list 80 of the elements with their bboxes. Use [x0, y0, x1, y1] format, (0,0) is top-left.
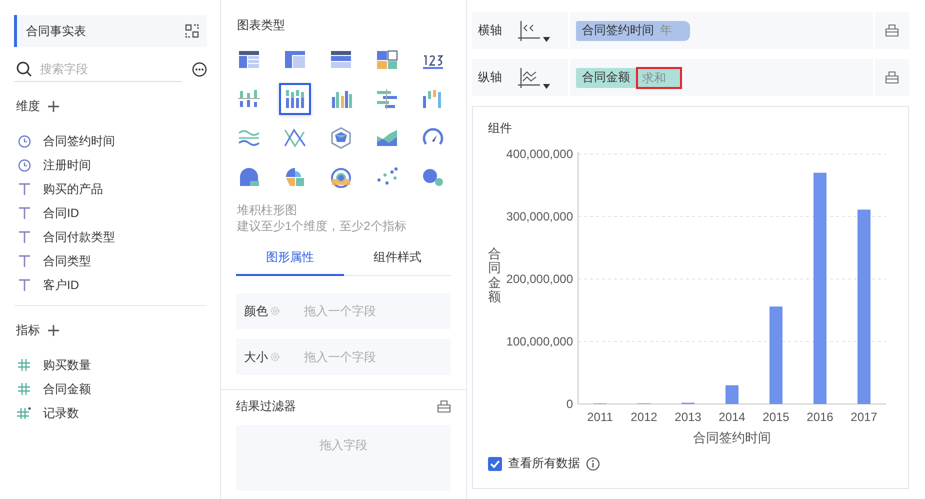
text-type-icon	[18, 207, 30, 219]
x-tick-label: 2013	[674, 410, 702, 424]
field-pill[interactable]: 合同签约时间 年	[576, 20, 690, 40]
field-item[interactable]: 客户ID	[43, 276, 79, 294]
field-item[interactable]: 注册时间	[43, 156, 91, 174]
add-icon[interactable]	[48, 101, 59, 112]
x-tick-label: 2014	[718, 410, 746, 424]
x-axis-title: 合同签约时间	[693, 430, 771, 445]
chart-type-name: 堆积柱形图	[237, 202, 298, 218]
x-tick-label: 2011	[587, 410, 613, 424]
field-item[interactable]: 记录数	[43, 404, 79, 422]
bar	[726, 385, 738, 404]
chart-type-icon	[329, 126, 353, 150]
field-item[interactable]: 购买数量	[43, 356, 91, 374]
chart-type-icon	[283, 126, 307, 150]
hash-icon	[18, 359, 30, 371]
chart-type-icon	[283, 87, 307, 111]
chart-type-icon	[375, 87, 399, 111]
hash-icon	[17, 407, 31, 419]
x-tick-label: 2015	[762, 410, 790, 424]
section-title: 指标	[16, 322, 40, 339]
y-axis-title: 合同金额	[488, 247, 501, 306]
field-item[interactable]: 合同ID	[43, 204, 79, 222]
property-label: 大小	[244, 348, 268, 366]
x-tick-label: 2012	[630, 410, 658, 424]
axis-label: 纵轴	[477, 69, 503, 86]
text-type-icon	[18, 231, 30, 243]
dataset-title: 合同事实表	[26, 22, 86, 40]
drop-placeholder: 拖入一个字段	[304, 302, 376, 320]
checkbox-label: 查看所有数据	[508, 455, 580, 472]
text-type-icon	[18, 255, 30, 267]
chart-type-icon	[237, 165, 261, 189]
y-tick-label: 300,000,000	[506, 210, 573, 224]
y-tick-label: 400,000,000	[506, 147, 573, 161]
x-axis-icon[interactable]	[518, 20, 540, 42]
drop-target-icon[interactable]	[437, 400, 451, 413]
drop-target-icon[interactable]	[885, 24, 899, 37]
y-tick-label: 100,000,000	[506, 334, 573, 348]
x-tick-label: 2017	[850, 410, 878, 424]
x-tick-label: 2016	[806, 410, 834, 424]
section-title: 结果过滤器	[236, 398, 296, 415]
field-item[interactable]: 合同类型	[43, 252, 91, 270]
more-icon[interactable]	[192, 62, 207, 77]
checkbox[interactable]	[488, 456, 502, 470]
chart-type-hint: 建议至少1个维度，至少2个指标	[237, 218, 408, 234]
field-item[interactable]: 合同付款类型	[43, 228, 115, 246]
field-item[interactable]: 购买的产品	[43, 180, 103, 198]
field-item[interactable]: 合同签约时间	[43, 132, 115, 150]
property-drop-zone[interactable]: 大小 拖入一个字段	[236, 339, 451, 375]
tab[interactable]: 图形属性	[236, 240, 344, 276]
search-icon	[16, 61, 32, 77]
field-item[interactable]: 合同金额	[43, 380, 91, 398]
caret-icon[interactable]	[543, 84, 550, 88]
chart-type-icon	[283, 165, 307, 189]
y-tick-label: 200,000,000	[506, 272, 573, 286]
line-axis-icon[interactable]	[518, 66, 540, 88]
text-type-icon	[18, 183, 30, 195]
text-type-icon	[18, 279, 30, 291]
search-field[interactable]: 搜索字段	[38, 61, 162, 77]
clock-icon	[18, 158, 30, 172]
property-label: 颜色	[244, 302, 268, 320]
hash-icon	[18, 383, 30, 395]
section-title: 维度	[16, 98, 40, 115]
section-title: 图表类型	[237, 17, 286, 34]
info-icon[interactable]	[586, 456, 600, 470]
chart-type-icon	[375, 48, 399, 72]
clock-icon	[18, 134, 30, 148]
property-drop-zone[interactable]: 颜色 拖入一个字段	[236, 293, 451, 329]
widget-title: 组件	[488, 120, 513, 137]
tab[interactable]: 组件样式	[344, 240, 451, 276]
drop-placeholder: 拖入一个字段	[304, 348, 376, 366]
caret-icon[interactable]	[543, 36, 550, 42]
drop-target-icon[interactable]	[885, 71, 899, 84]
axis-label: 横轴	[477, 22, 503, 39]
chart-type-option[interactable]	[279, 83, 311, 115]
add-icon[interactable]	[48, 325, 59, 336]
switch-icon[interactable]	[185, 24, 199, 38]
field-pill[interactable]: 合同金额 求和	[576, 68, 682, 88]
y-tick-label: 0	[566, 397, 573, 411]
chart-type-icon	[329, 165, 353, 189]
